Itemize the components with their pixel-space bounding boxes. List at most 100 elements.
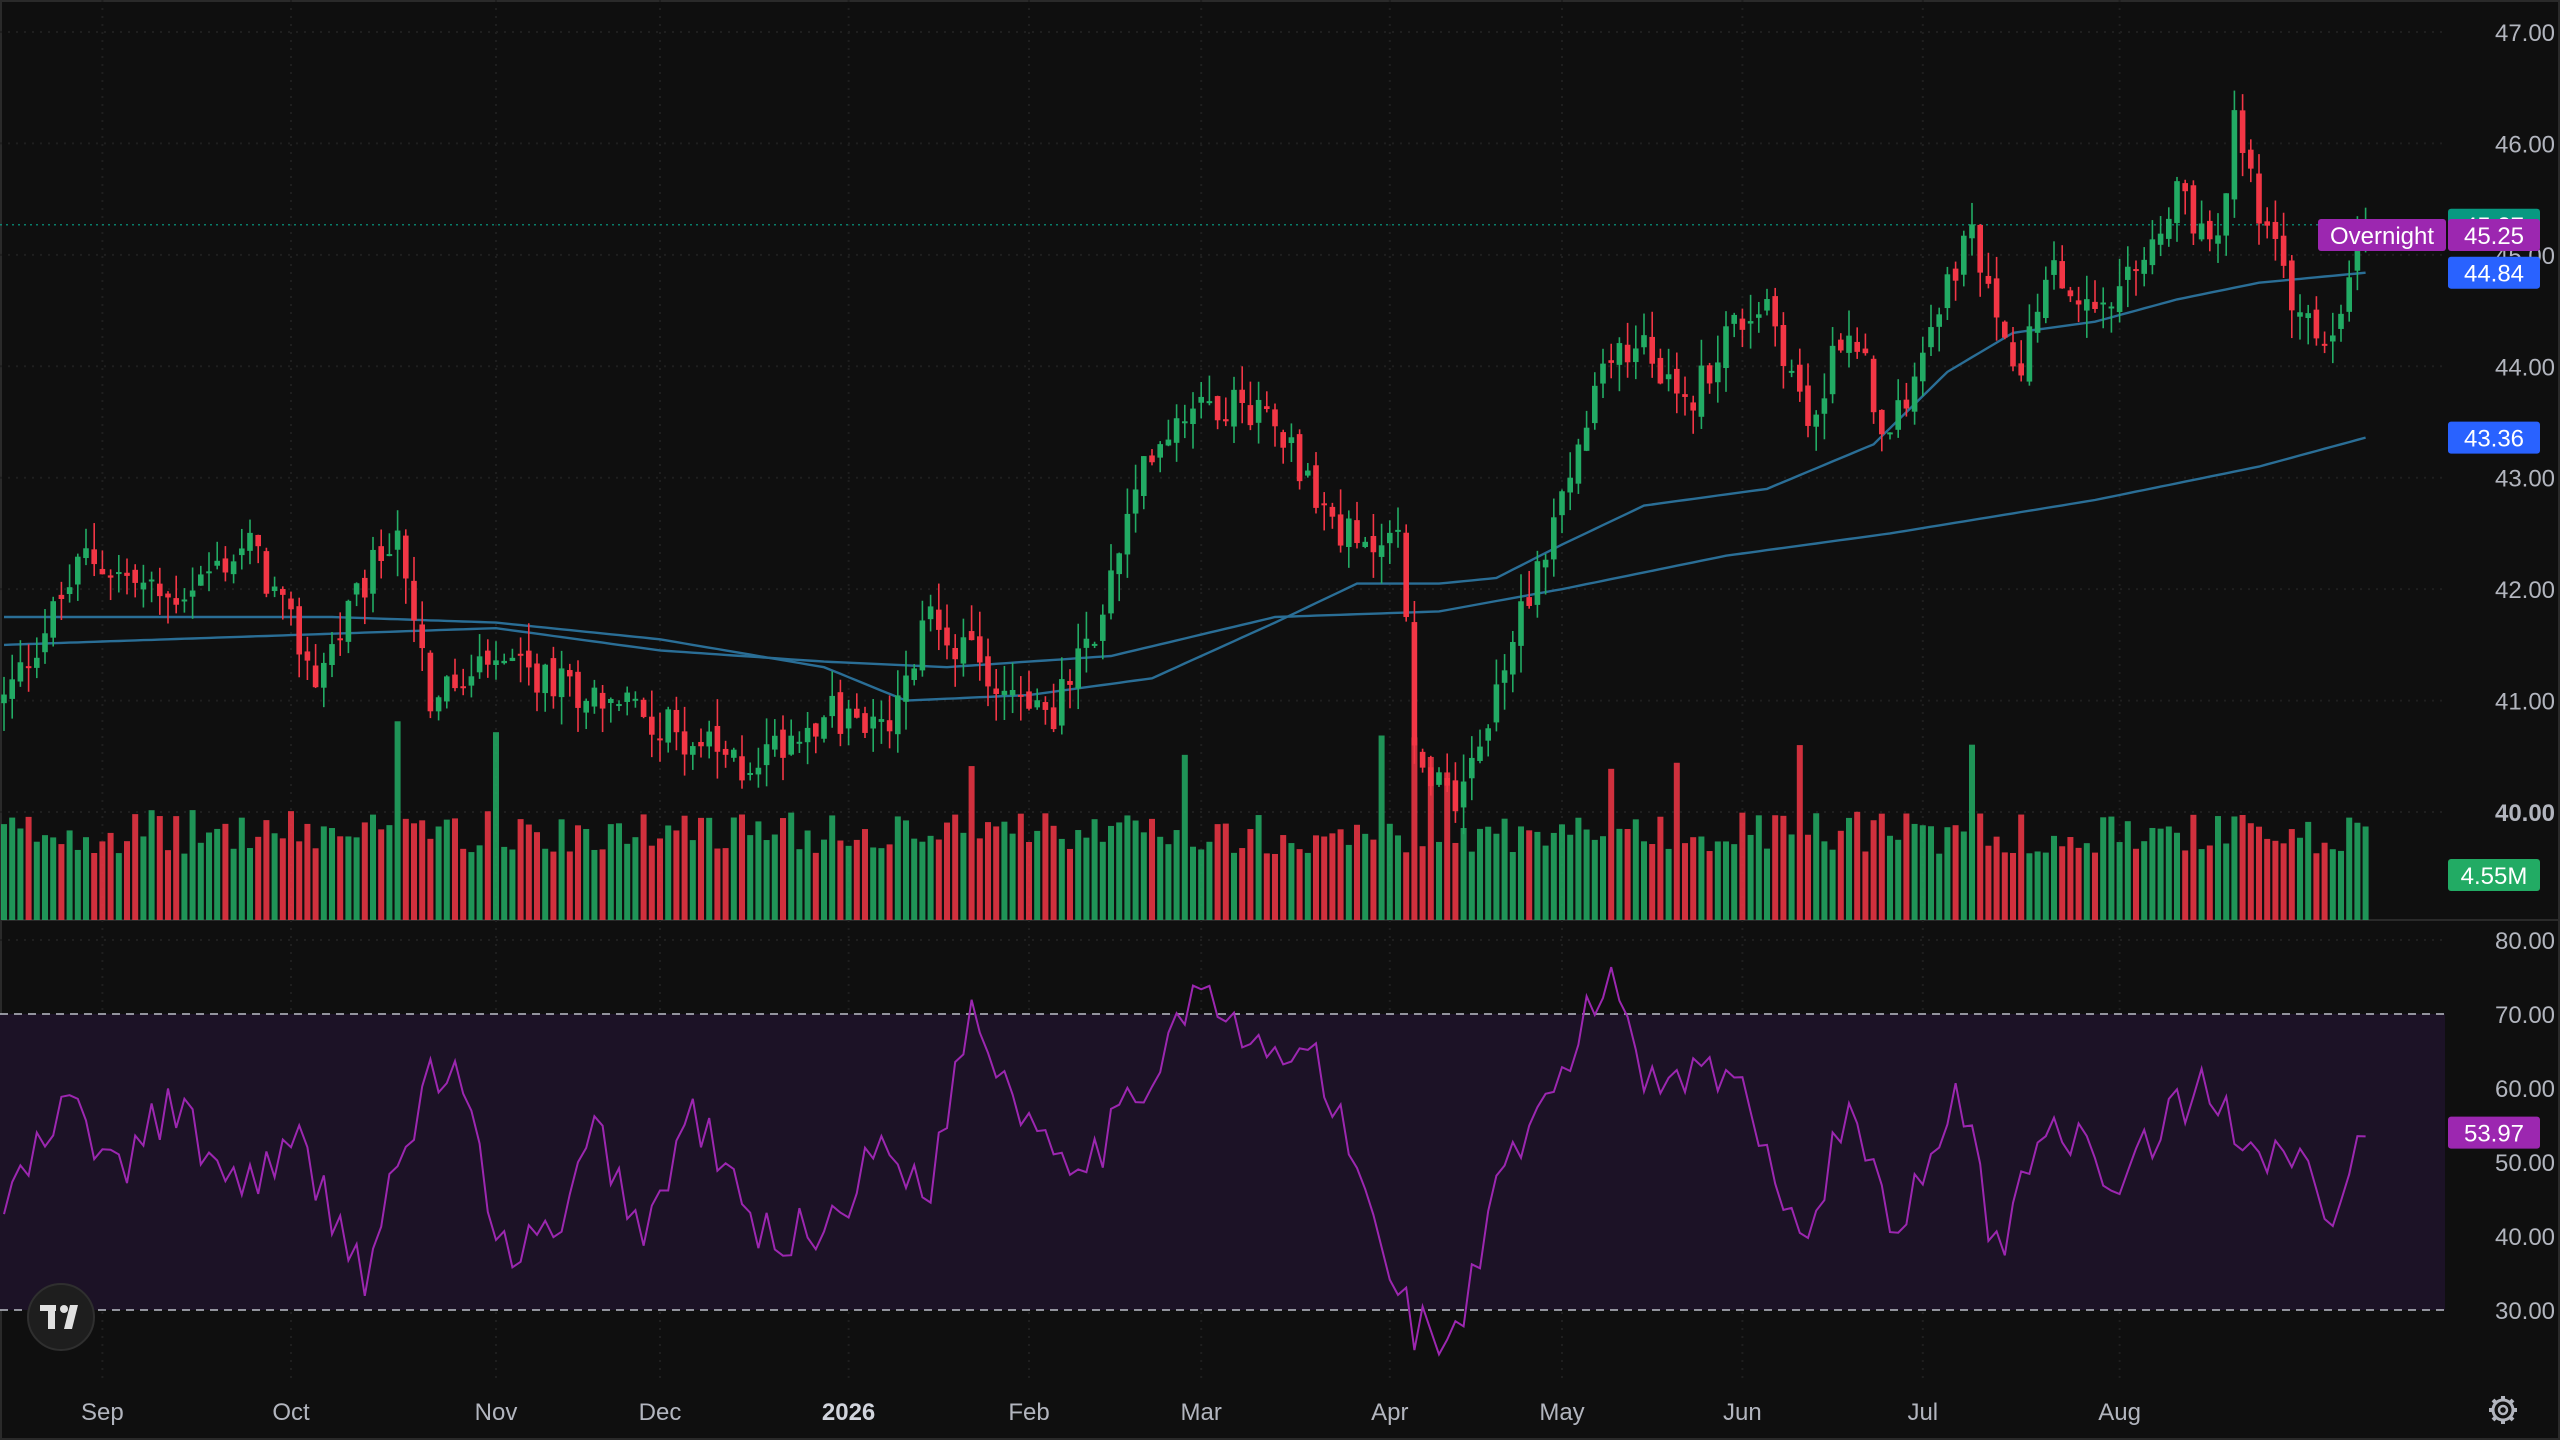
volume-bar [1329,833,1336,920]
volume-bar [402,818,409,920]
volume-bar [935,839,942,920]
volume-bar [2092,852,2098,920]
candle-body [1313,465,1319,508]
candle-body [1657,357,1664,384]
candle-body [591,687,598,707]
candle-body [1747,321,1754,324]
candle-body [2157,233,2164,245]
volume-bar [804,830,811,920]
volume-bar [1108,825,1114,920]
candle-body [1862,348,1869,354]
candle-body [960,637,967,664]
candle-body [9,679,15,699]
volume-bar [2010,852,2016,920]
candle-body [476,656,483,673]
volume-bar [730,817,737,920]
candle-body [1887,432,1893,435]
candle-body [1346,518,1352,548]
candle-body [501,660,507,664]
candle-body [1510,641,1516,675]
candle-body [1879,409,1885,435]
gear-icon[interactable] [2489,1396,2517,1424]
volume-bar [583,828,590,920]
candle-body [1551,517,1557,560]
candle-body [1034,700,1040,708]
volume-bar [2288,829,2295,920]
chart-container[interactable]: 47.00 46.00 45.00 44.00 43.00 42.00 41.00 40.00… [0,0,2560,1440]
candle-body [1108,570,1114,614]
volume-bar [1354,824,1360,920]
candle-body [2051,260,2057,275]
volume-bar [1657,816,1664,920]
volume-bar [1042,813,1049,920]
volume-bar [2026,853,2033,920]
volume-bar [1903,813,1910,920]
rsi-band [0,1013,2445,1311]
ma-short-badge: 44.84 [2448,256,2540,289]
candle-body [1149,455,1155,463]
candle-body [558,668,565,698]
volume-bar [1534,831,1541,920]
candle-body [1239,389,1245,403]
volume-bar [648,845,655,920]
candle-body [2075,300,2082,305]
volume-bar [689,840,696,920]
volume-bar [1386,823,1393,920]
candle-body [1182,421,1188,424]
volume-bar [263,820,270,920]
candle-body [1624,344,1631,363]
volume-bar [1132,820,1139,920]
candle-body [747,773,753,776]
candle-body [2100,302,2106,305]
price-tick-label: 40.00 [2495,800,2555,827]
volume-bar [706,817,713,920]
price-tick-label: 44.00 [2495,354,2555,381]
volume-bar [2313,853,2320,920]
volume-bar [2190,814,2197,920]
candle-body [2026,326,2033,382]
volume-bar [2018,814,2025,920]
candle-body [1756,314,1762,318]
candle-body [1829,345,1836,395]
volume-bar [599,849,606,920]
candle-body [1231,389,1237,427]
volume-bar [2264,838,2271,920]
candle-body [1247,405,1254,426]
volume-bar [50,837,57,920]
volume-bar [1485,826,1492,920]
candle-body [1305,470,1311,476]
x-tick-label: Mar [1181,1399,1222,1426]
candle-body [198,574,204,586]
candle-body [2125,266,2131,280]
candle-body [1132,489,1139,514]
volume-bar [1050,825,1057,920]
candle-body [665,709,671,743]
volume-bar [1919,825,1926,920]
volume-bar [542,848,549,920]
volume-bar [2034,851,2041,920]
price-tick-label: 47.00 [2495,20,2555,47]
volume-bar [558,819,565,920]
volume-bar [25,816,32,920]
candle-body [403,535,409,579]
candle-body [1649,336,1655,364]
x-tick-label: Jul [1907,1399,1938,1426]
candle-body [1124,513,1131,555]
tradingview-logo-icon[interactable] [27,1283,95,1351]
candle-body [2313,309,2320,339]
volume-bar [1493,833,1500,920]
volume-bar [222,823,229,920]
candle-body [378,546,384,562]
price-chart[interactable]: 47.0046.0045.0044.0043.0042.0041.0040.00… [0,0,2560,1440]
candle-body [2248,149,2254,169]
candle-body [157,583,163,597]
volume-bar [1460,828,1467,920]
candle-body [1419,751,1426,768]
volume-bar [329,828,335,920]
volume-bar [1936,853,1943,920]
volume-bar [960,832,967,920]
rsi-tick-label: 40.00 [2495,1224,2555,1251]
volume-bar [796,849,803,920]
volume-bar [312,848,319,920]
candle-body [1805,385,1811,426]
